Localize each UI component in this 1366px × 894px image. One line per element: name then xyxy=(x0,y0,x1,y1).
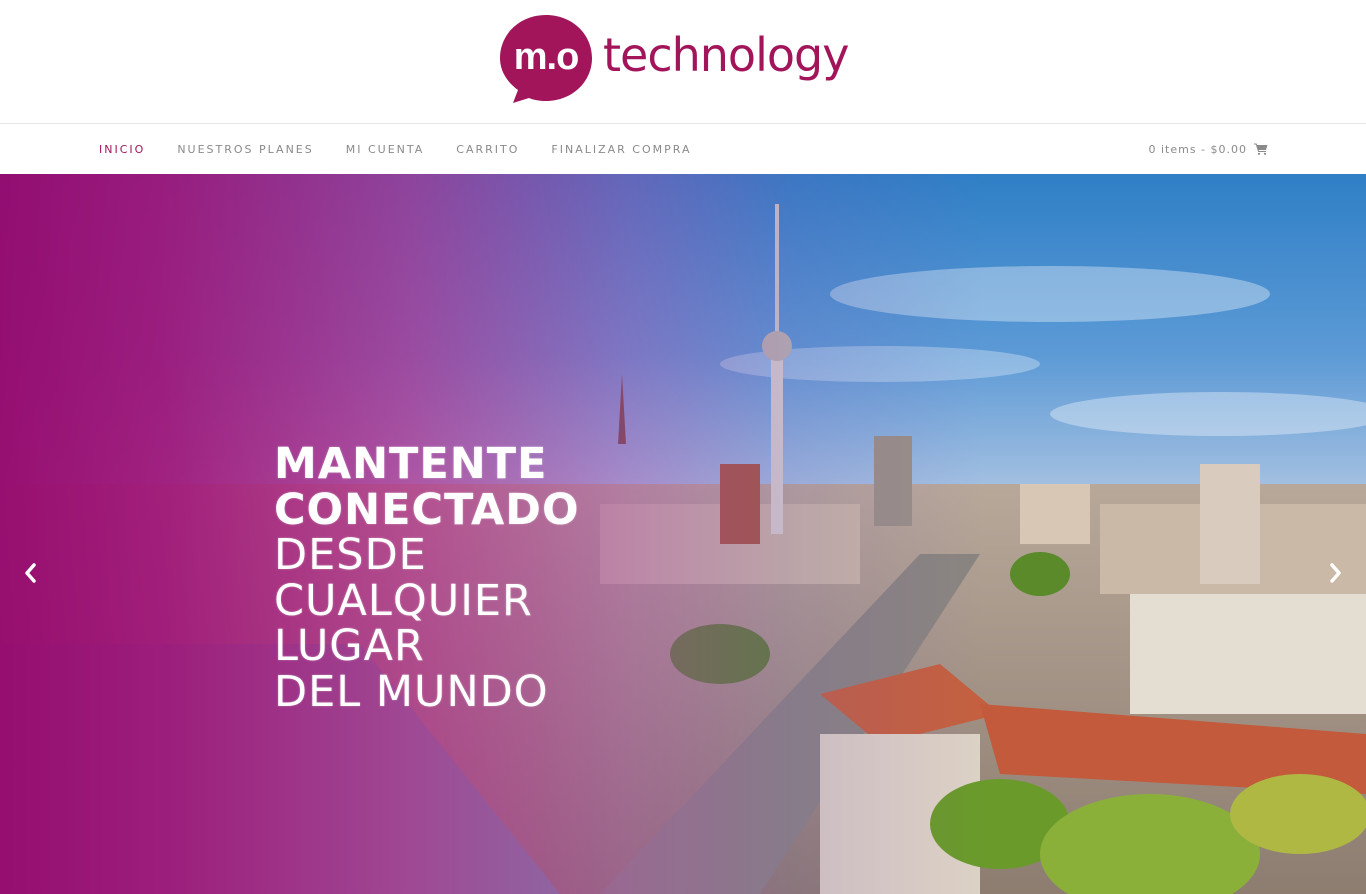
nav-item-mi-cuenta[interactable]: MI CUENTA xyxy=(346,143,425,156)
slider-next-button[interactable] xyxy=(1320,558,1350,588)
hero-line-5: LUGAR xyxy=(274,621,425,671)
hero-headline: MANTENTE CONECTADO DESDE CUALQUIER LUGAR… xyxy=(274,439,580,717)
site-header: m.o technology xyxy=(0,0,1366,123)
hero-line-6: DEL MUNDO xyxy=(274,666,549,717)
shopping-cart-icon xyxy=(1254,143,1268,155)
hero-line-3: DESDE xyxy=(274,530,427,580)
logo-mark-text: m.o xyxy=(513,36,580,78)
chevron-left-icon xyxy=(25,563,36,583)
nav-item-inicio[interactable]: INICIO xyxy=(99,143,145,156)
logo-wordmark: technology xyxy=(603,28,849,82)
site-logo[interactable]: m.o technology xyxy=(499,13,869,105)
cart-summary-link[interactable]: 0 items - $0.00 xyxy=(1148,124,1268,174)
nav-item-carrito[interactable]: CARRITO xyxy=(456,143,519,156)
hero-line-2: CONECTADO xyxy=(274,484,580,535)
hero-slider: MANTENTE CONECTADO DESDE CUALQUIER LUGAR… xyxy=(0,174,1366,894)
nav-item-nuestros-planes[interactable]: NUESTROS PLANES xyxy=(177,143,313,156)
hero-line-4: CUALQUIER xyxy=(274,575,533,626)
slider-prev-button[interactable] xyxy=(16,558,46,588)
hero-line-1: MANTENTE xyxy=(274,439,548,489)
chevron-right-icon xyxy=(1330,563,1341,583)
cart-summary-text: 0 items - $0.00 xyxy=(1148,142,1247,156)
nav-item-finalizar-compra[interactable]: FINALIZAR COMPRA xyxy=(551,143,691,156)
nav-menu: INICIO NUESTROS PLANES MI CUENTA CARRITO… xyxy=(99,124,724,174)
main-navigation: INICIO NUESTROS PLANES MI CUENTA CARRITO… xyxy=(0,123,1366,174)
hero-gradient-overlay xyxy=(0,174,1366,894)
